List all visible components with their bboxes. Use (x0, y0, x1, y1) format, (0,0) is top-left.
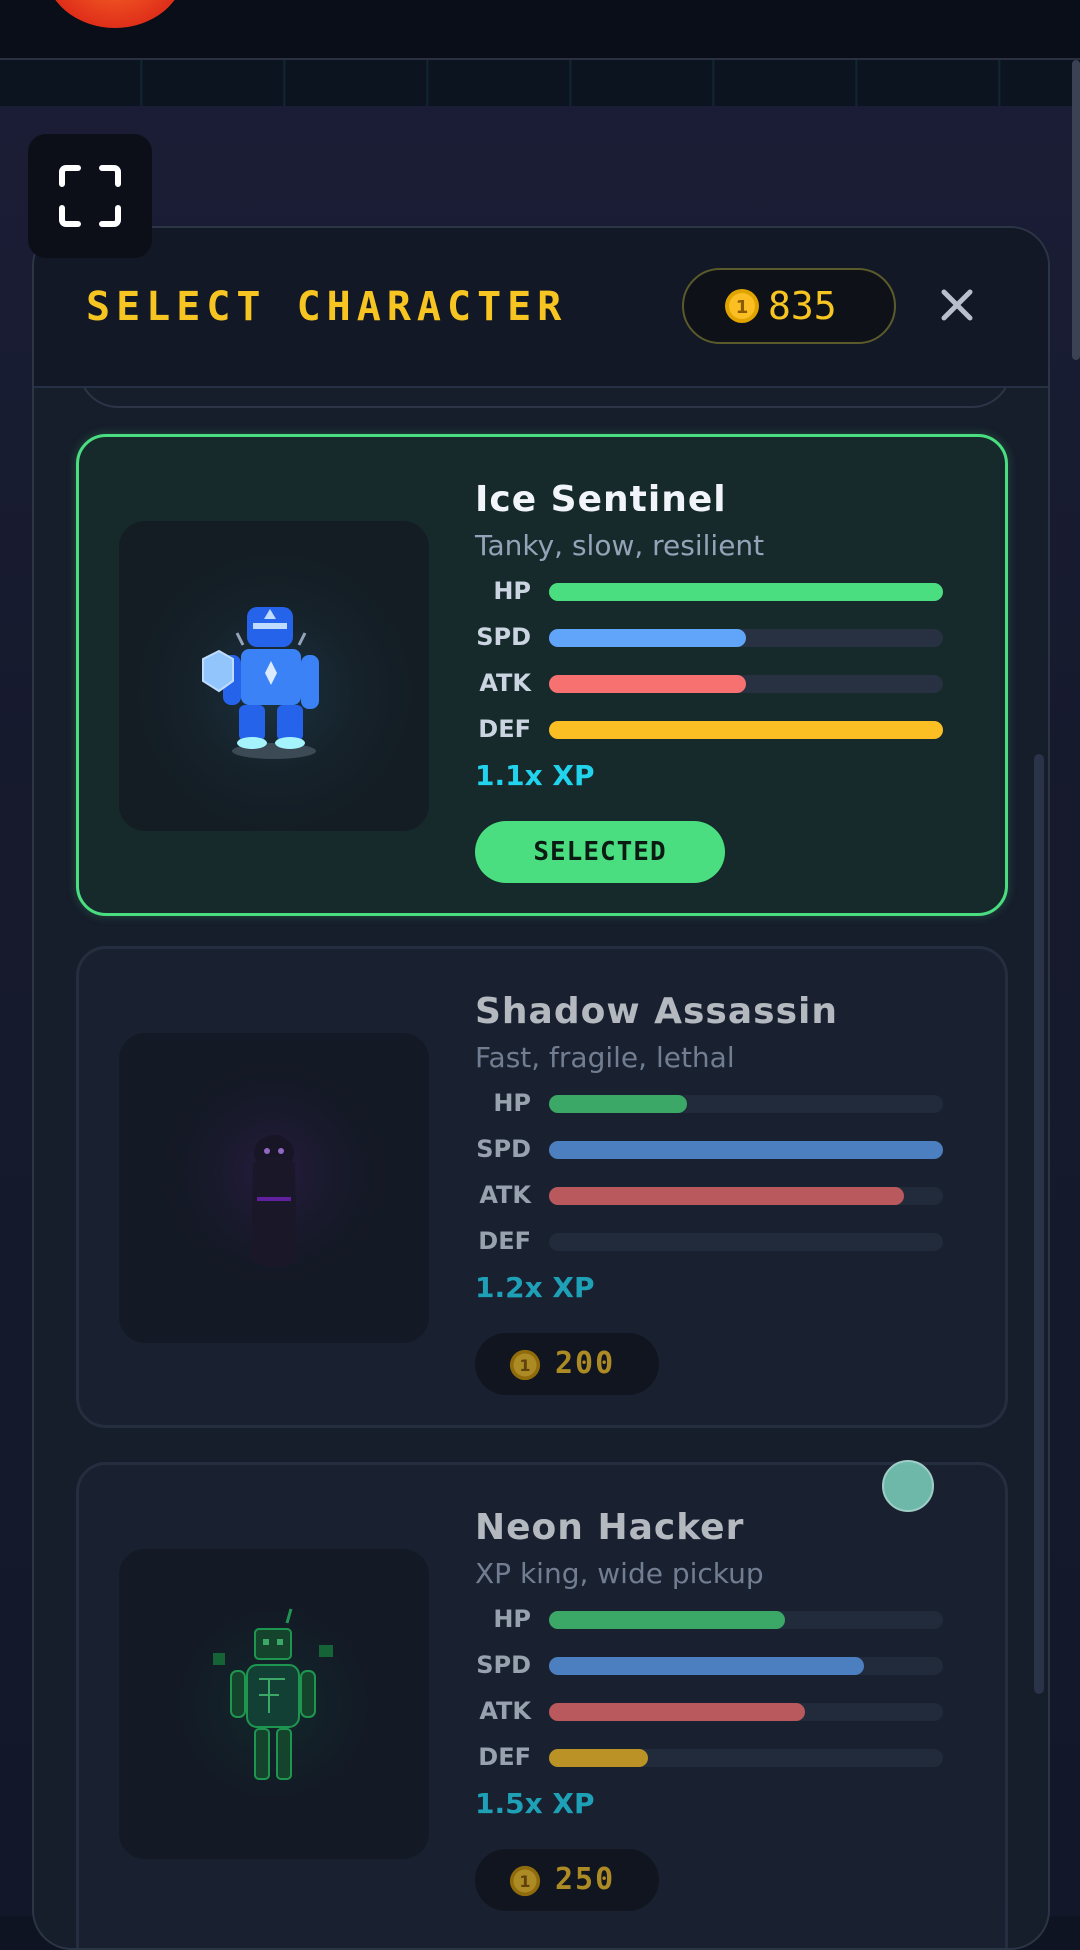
character-description: Fast, fragile, lethal (475, 1041, 735, 1074)
stat-bar-track (549, 721, 943, 739)
stat-label: ATK (479, 669, 531, 697)
neon-hacker-sprite (119, 1549, 429, 1859)
stat-label: SPD (476, 623, 531, 651)
xp-multiplier: 1.1x XP (475, 759, 595, 792)
coin-icon: 1 (509, 1349, 541, 1381)
page-scrollbar[interactable] (1072, 60, 1080, 360)
stat-bar-fill (549, 1749, 648, 1767)
stat-spd: SPD (459, 621, 979, 655)
stat-bar-fill (549, 629, 746, 647)
stat-label: DEF (478, 1743, 531, 1771)
stat-atk: ATK (459, 1179, 979, 1213)
modal-header: SELECT CHARACTER 1 835 (34, 228, 1048, 388)
xp-multiplier: 1.5x XP (475, 1787, 595, 1820)
stat-bar-track (549, 1703, 943, 1721)
game-background-strip (0, 60, 1080, 106)
stat-bar-track (549, 1095, 943, 1113)
character-name: Ice Sentinel (475, 479, 727, 520)
stat-label: ATK (479, 1697, 531, 1725)
stat-label: DEF (478, 715, 531, 743)
character-card-shadow-assassin[interactable]: Shadow Assassin Fast, fragile, lethal HP… (76, 946, 1008, 1428)
stat-def: DEF (459, 1225, 979, 1259)
modal-title: SELECT CHARACTER (86, 284, 568, 330)
stat-bar-fill (549, 675, 746, 693)
shadow-assassin-sprite (119, 1033, 429, 1343)
character-name: Neon Hacker (475, 1507, 745, 1548)
character-portrait (119, 521, 429, 831)
stat-hp: HP (459, 575, 979, 609)
character-name: Shadow Assassin (475, 991, 838, 1032)
stat-bar-track (549, 583, 943, 601)
stat-bar-track (549, 1749, 943, 1767)
xp-multiplier: 1.2x XP (475, 1271, 595, 1304)
game-top-bar (0, 0, 1080, 60)
stat-label: HP (493, 577, 531, 605)
stat-atk: ATK (459, 1695, 979, 1729)
stat-label: HP (493, 1089, 531, 1117)
stat-label: SPD (476, 1135, 531, 1163)
stat-label: HP (493, 1605, 531, 1633)
stat-bar-track (549, 675, 943, 693)
stat-def: DEF (459, 1741, 979, 1775)
sun-decoration (45, 0, 185, 28)
character-card-ice-sentinel[interactable]: Ice Sentinel Tanky, slow, resilient HP S… (76, 434, 1008, 916)
fullscreen-icon (59, 165, 121, 227)
stat-atk: ATK (459, 667, 979, 701)
stat-spd: SPD (459, 1133, 979, 1167)
svg-text:1: 1 (736, 297, 749, 318)
stat-hp: HP (459, 1603, 979, 1637)
modal-scrollbar[interactable] (1034, 754, 1044, 1694)
fullscreen-button[interactable] (28, 134, 152, 258)
stat-bar-fill (549, 1141, 943, 1159)
stat-bar-fill (549, 1611, 786, 1629)
stat-bar-fill (549, 721, 943, 739)
stat-bar-track (549, 1187, 943, 1205)
coin-balance: 835 (768, 284, 837, 328)
price-value: 200 (555, 1346, 616, 1381)
character-select-modal: SELECT CHARACTER 1 835 Ice Sentinel Tank… (32, 226, 1050, 1950)
character-portrait (119, 1549, 429, 1859)
selected-button[interactable]: SELECTED (475, 821, 725, 883)
coin-balance-badge: 1 835 (682, 268, 896, 344)
stat-label: SPD (476, 1651, 531, 1679)
price-value: 250 (555, 1862, 616, 1897)
stat-bar-fill (549, 1657, 865, 1675)
stat-bar-track (549, 629, 943, 647)
character-description: XP king, wide pickup (475, 1557, 764, 1590)
stat-bar-fill (549, 1095, 687, 1113)
stat-bar-fill (549, 1703, 806, 1721)
stat-def: DEF (459, 713, 979, 747)
svg-text:1: 1 (519, 1872, 530, 1891)
stat-bar-track (549, 1611, 943, 1629)
coin-icon: 1 (725, 289, 759, 323)
stat-spd: SPD (459, 1649, 979, 1683)
stat-bar-track (549, 1657, 943, 1675)
stat-bar-track (549, 1233, 943, 1251)
svg-text:1: 1 (519, 1356, 530, 1375)
stat-bar-fill (549, 583, 943, 601)
buy-button[interactable]: 1 200 (475, 1333, 659, 1395)
stat-bar-track (549, 1141, 943, 1159)
close-icon[interactable] (938, 286, 976, 324)
character-card-neon-hacker[interactable]: Neon Hacker XP king, wide pickup HP SPD … (76, 1462, 1008, 1948)
character-portrait (119, 1033, 429, 1343)
stat-bar-fill (549, 1187, 904, 1205)
character-description: Tanky, slow, resilient (475, 529, 765, 562)
stat-label: ATK (479, 1181, 531, 1209)
touch-indicator (882, 1460, 934, 1512)
ice-sentinel-sprite (119, 521, 429, 831)
stat-label: DEF (478, 1227, 531, 1255)
coin-icon: 1 (509, 1865, 541, 1897)
stat-hp: HP (459, 1087, 979, 1121)
buy-button[interactable]: 1 250 (475, 1849, 659, 1911)
